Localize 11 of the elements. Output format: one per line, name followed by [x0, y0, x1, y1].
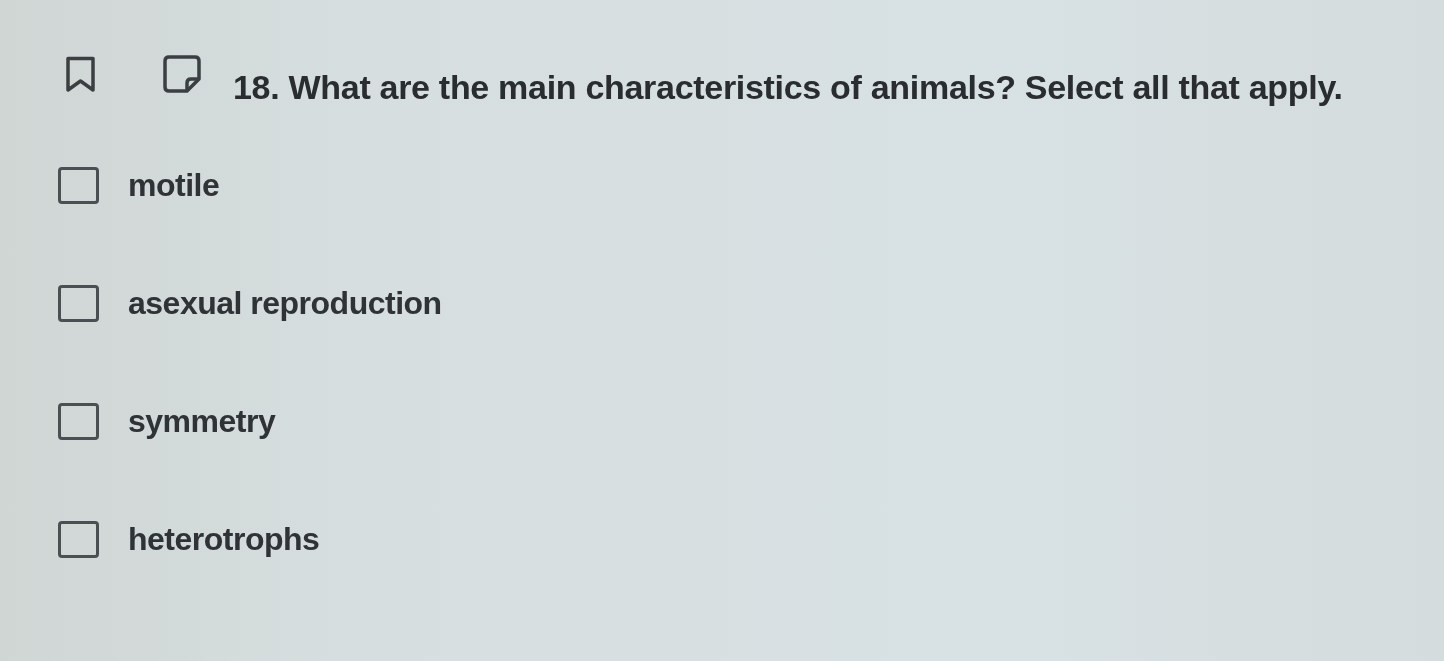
option-label: heterotrophs [128, 520, 320, 558]
checkbox[interactable] [58, 284, 99, 322]
checkbox[interactable] [58, 402, 99, 440]
bookmark-icon[interactable] [65, 55, 96, 93]
option-label: symmetry [128, 402, 276, 440]
checkbox[interactable] [58, 166, 99, 204]
question-text: 18. What are the main characteristics of animals? Select all that apply. [233, 67, 1343, 107]
option-label: motile [128, 166, 220, 204]
option-label: asexual reproduction [128, 284, 442, 322]
note-icon[interactable] [161, 54, 203, 94]
checkbox[interactable] [58, 520, 99, 558]
